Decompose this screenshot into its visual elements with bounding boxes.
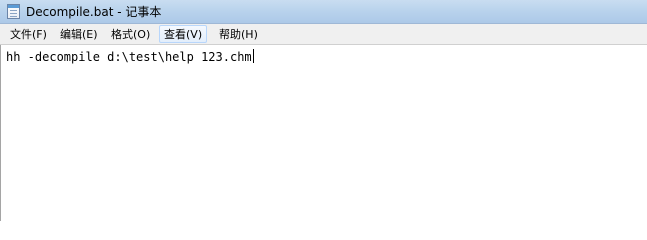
notepad-window: Decompile.bat - 记事本 文件(F) 编辑(E) 格式(O) 查看… xyxy=(0,0,647,221)
menu-format[interactable]: 格式(O) xyxy=(106,25,155,43)
window-title: Decompile.bat - 记事本 xyxy=(26,5,162,19)
editor-content[interactable]: hh -decompile d:\test\help 123.chm xyxy=(6,49,254,65)
menu-bar: 文件(F) 编辑(E) 格式(O) 查看(V) 帮助(H) xyxy=(0,24,647,45)
text-caret xyxy=(252,49,254,63)
text-editor[interactable]: hh -decompile d:\test\help 123.chm xyxy=(0,45,647,221)
notepad-icon[interactable] xyxy=(7,4,20,19)
menu-edit[interactable]: 编辑(E) xyxy=(55,25,103,43)
menu-help[interactable]: 帮助(H) xyxy=(214,25,263,43)
menu-view[interactable]: 查看(V) xyxy=(159,25,208,43)
menu-file[interactable]: 文件(F) xyxy=(5,25,52,43)
editor-text-line: hh -decompile d:\test\help 123.chm xyxy=(6,50,252,64)
title-bar[interactable]: Decompile.bat - 记事本 xyxy=(0,0,647,24)
